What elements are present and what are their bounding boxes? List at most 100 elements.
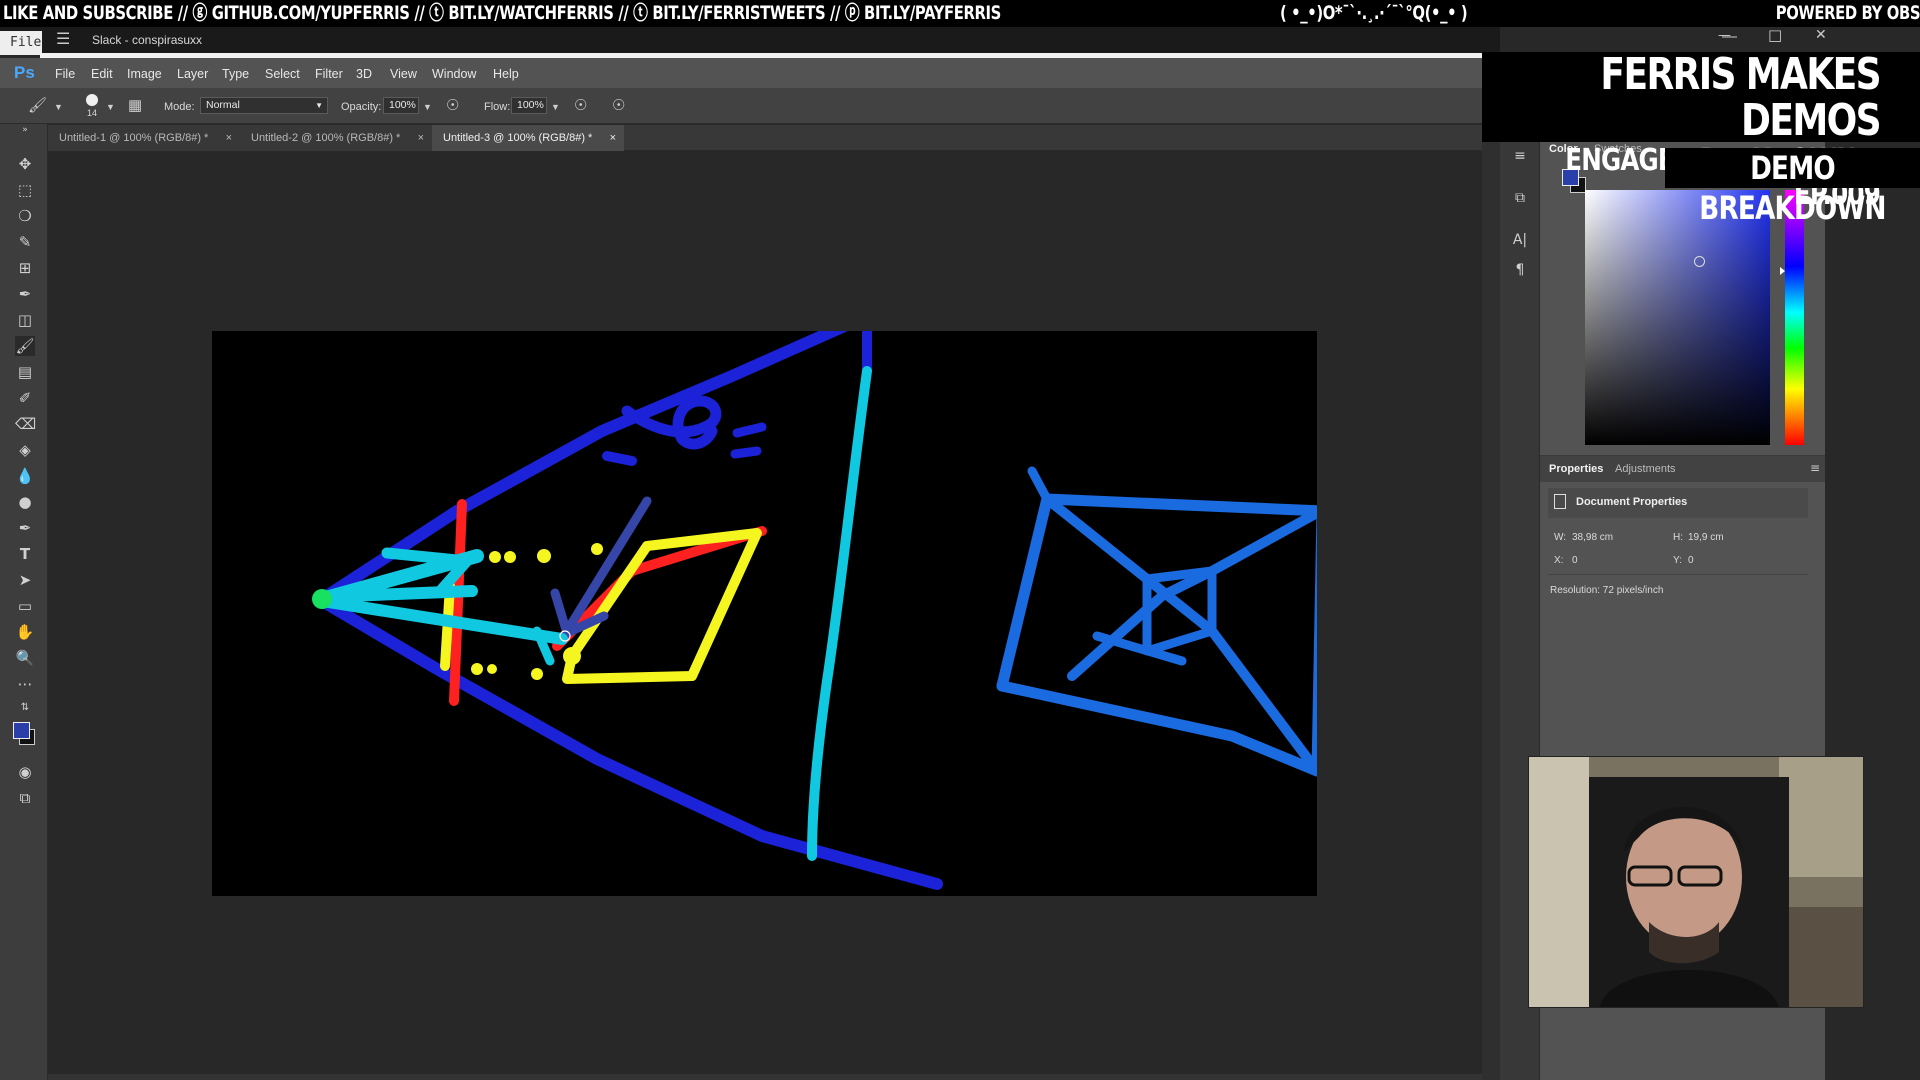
menu-help[interactable]: Help bbox=[493, 67, 519, 81]
webcam-image bbox=[1529, 757, 1863, 1007]
crop-tool-icon[interactable]: ⊞ bbox=[15, 258, 35, 278]
photoshop-logo: Ps bbox=[14, 63, 35, 82]
type-tool-icon[interactable]: T bbox=[15, 544, 35, 564]
pressure-opacity-icon[interactable]: ☉ bbox=[446, 96, 459, 114]
hamburger-icon[interactable]: ☰ bbox=[56, 29, 70, 49]
minimize-icon[interactable]: — bbox=[1718, 28, 1731, 43]
panel-menu-icon[interactable]: ≡ bbox=[1810, 461, 1820, 475]
brush-panel-icon[interactable]: ▦ bbox=[128, 96, 142, 114]
blur-tool-icon[interactable]: 💧 bbox=[15, 466, 35, 486]
hand-tool-icon[interactable]: ✋ bbox=[15, 622, 35, 642]
hue-slider[interactable] bbox=[1785, 190, 1804, 445]
chevron-down-icon: ▼ bbox=[315, 101, 323, 110]
menu-file[interactable]: File bbox=[55, 67, 75, 81]
brush-tip-icon[interactable] bbox=[86, 94, 98, 106]
yellow-dot bbox=[487, 664, 497, 674]
pressure-size-icon[interactable]: ☉ bbox=[612, 96, 625, 114]
mode-select[interactable]: Normal ▼ bbox=[200, 97, 328, 114]
color-picker-handle[interactable] bbox=[1694, 256, 1705, 267]
menu-3d[interactable]: 3D bbox=[356, 67, 372, 81]
chevron-down-icon[interactable]: ▼ bbox=[551, 102, 560, 112]
screen-mode-icon[interactable]: ⧉ bbox=[15, 788, 35, 808]
foreground-color-swatch[interactable] bbox=[13, 722, 30, 739]
menubar: Ps File Edit Image Layer Type Select Fil… bbox=[0, 58, 1482, 88]
airbrush-icon[interactable]: ☉ bbox=[574, 96, 587, 114]
menu-filter[interactable]: Filter bbox=[315, 67, 343, 81]
properties-tabbar: Properties Adjustments ≡ bbox=[1540, 456, 1825, 482]
swap-colors-icon[interactable]: ⇅ bbox=[15, 698, 35, 718]
move-tool-icon[interactable]: ✥ bbox=[15, 154, 35, 174]
menu-edit[interactable]: Edit bbox=[91, 67, 113, 81]
document-canvas[interactable] bbox=[212, 331, 1317, 896]
opacity-input[interactable]: 100% bbox=[383, 97, 419, 114]
tab-untitled-3[interactable]: Untitled-3 @ 100% (RGB/8#) * × bbox=[432, 125, 624, 151]
eraser-tool-icon[interactable]: ⌫ bbox=[15, 414, 36, 434]
history-panel-icon[interactable]: ≡ bbox=[1511, 148, 1529, 166]
maximize-icon[interactable]: □ bbox=[1768, 26, 1782, 44]
clone-stamp-tool-icon[interactable]: ▤ bbox=[15, 362, 35, 382]
marquee-tool-icon[interactable]: ⬚ bbox=[15, 180, 35, 200]
character-panel-icon[interactable]: A| bbox=[1511, 232, 1529, 250]
collapse-icon[interactable]: » bbox=[15, 120, 35, 140]
tab-label: Untitled-1 @ 100% (RGB/8#) * bbox=[59, 132, 209, 144]
file-tab[interactable]: File bbox=[0, 31, 42, 55]
chevron-down-icon[interactable]: ▼ bbox=[106, 102, 115, 112]
close-icon[interactable]: × bbox=[610, 125, 616, 151]
brush-tool-icon[interactable]: 🖌 bbox=[15, 336, 35, 356]
opacity-label: Opacity: bbox=[341, 101, 382, 113]
banner-powered-by: POWERED BY OBS bbox=[1775, 2, 1920, 24]
menu-view[interactable]: View bbox=[390, 67, 417, 81]
close-icon[interactable]: × bbox=[226, 125, 232, 151]
color-field[interactable] bbox=[1585, 190, 1770, 445]
tab-untitled-2[interactable]: Untitled-2 @ 100% (RGB/8#) * × bbox=[240, 125, 432, 151]
history-brush-tool-icon[interactable]: ✐ bbox=[15, 388, 35, 408]
resolution-text: Resolution: 72 pixels/inch bbox=[1550, 585, 1664, 596]
document-icon bbox=[1554, 494, 1566, 509]
flow-label: Flow: bbox=[484, 101, 511, 113]
menu-image[interactable]: Image bbox=[127, 67, 162, 81]
yellow-dot bbox=[591, 543, 603, 555]
paint-bucket-tool-icon[interactable]: ◈ bbox=[15, 440, 35, 460]
character-style-icon[interactable]: ⧉ bbox=[1511, 190, 1529, 208]
pen-tool-icon[interactable]: ✒ bbox=[15, 518, 35, 538]
camera-box-left bbox=[996, 493, 1053, 692]
tab-adjustments[interactable]: Adjustments bbox=[1615, 463, 1676, 475]
close-icon[interactable]: × bbox=[418, 125, 424, 151]
tab-properties[interactable]: Properties bbox=[1549, 463, 1603, 475]
flow-input[interactable]: 100% bbox=[511, 97, 547, 114]
menu-layer[interactable]: Layer bbox=[177, 67, 208, 81]
menu-window[interactable]: Window bbox=[432, 67, 476, 81]
status-bar bbox=[48, 1074, 1482, 1080]
dodge-tool-icon[interactable]: ● bbox=[15, 492, 35, 512]
rectangle-tool-icon[interactable]: ▭ bbox=[15, 596, 35, 616]
camera-box-diagonal-2 bbox=[1067, 508, 1317, 681]
quick-mask-icon[interactable]: ◉ bbox=[15, 762, 35, 782]
lasso-tool-icon[interactable]: ❍ bbox=[15, 206, 35, 226]
mode-label: Mode: bbox=[164, 101, 195, 113]
y-value[interactable]: 0 bbox=[1688, 555, 1694, 566]
tab-untitled-1[interactable]: Untitled-1 @ 100% (RGB/8#) * × bbox=[48, 125, 240, 151]
webcam-feed bbox=[1528, 756, 1864, 1008]
width-value[interactable]: 38,98 cm bbox=[1572, 532, 1613, 543]
brush-preset-icon[interactable]: 🖌 bbox=[28, 96, 47, 114]
chevron-down-icon[interactable]: ▼ bbox=[54, 102, 63, 112]
eyedropper-tool-icon[interactable]: ✒ bbox=[15, 284, 35, 304]
path-select-tool-icon[interactable]: ➤ bbox=[15, 570, 35, 590]
camera-box-tick bbox=[1027, 466, 1052, 504]
close-icon[interactable]: ✕ bbox=[1815, 27, 1827, 43]
hue-slider-handle[interactable] bbox=[1780, 267, 1785, 275]
window-title: Slack - conspirasuxx bbox=[92, 33, 203, 47]
tool-options-bar: 🖌 ▼ 14 ▼ ▦ Mode: Normal ▼ Opacity: 100% … bbox=[0, 88, 1482, 124]
paragraph-panel-icon[interactable]: ¶ bbox=[1511, 262, 1529, 280]
canvas-drawing bbox=[312, 331, 1317, 890]
zoom-tool-icon[interactable]: 🔍 bbox=[15, 648, 35, 668]
healing-brush-tool-icon[interactable]: ◫ bbox=[15, 310, 35, 330]
quick-select-tool-icon[interactable]: ✎ bbox=[15, 232, 35, 252]
yellow-dot bbox=[504, 551, 516, 563]
height-value[interactable]: 19,9 cm bbox=[1688, 532, 1724, 543]
x-value[interactable]: 0 bbox=[1572, 555, 1578, 566]
menu-type[interactable]: Type bbox=[222, 67, 249, 81]
menu-select[interactable]: Select bbox=[265, 67, 300, 81]
more-tools-icon[interactable]: ⋯ bbox=[15, 674, 35, 694]
chevron-down-icon[interactable]: ▼ bbox=[423, 102, 432, 112]
